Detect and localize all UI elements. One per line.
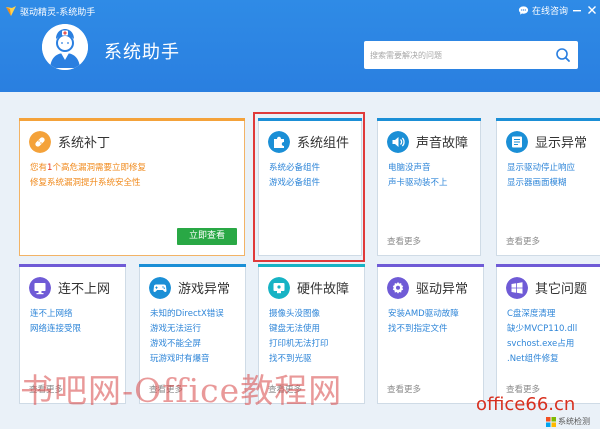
puzzle-icon [268, 131, 290, 153]
view-now-button[interactable]: 立即查看 [177, 228, 237, 245]
online-consult-link[interactable]: 在线咨询 [518, 4, 568, 17]
other-link-svchost[interactable]: svchost.exe占用 [507, 337, 577, 352]
hardware-link-keyboard[interactable]: 键盘无法使用 [269, 322, 329, 337]
card-title: 显示异常 [535, 136, 588, 151]
watermark-site: office66.cn [476, 394, 576, 415]
chat-icon [518, 6, 529, 15]
other-link-dotnet[interactable]: .Net组件修复 [507, 352, 577, 367]
hardware-link-printer[interactable]: 打印机无法打印 [269, 337, 329, 352]
gamepad-icon [149, 277, 171, 299]
more-link[interactable]: 查看更多 [387, 235, 421, 247]
game-link-cannot-run[interactable]: 游戏无法运行 [150, 322, 224, 337]
card-title: 游戏异常 [178, 282, 231, 297]
title-bar: 驱动精灵-系统助手 在线咨询 [0, 0, 600, 22]
sound-link-no-sound[interactable]: 电脑没声音 [388, 161, 448, 176]
network-link-limited[interactable]: 网络连接受限 [30, 322, 81, 337]
system-check-label: 系统检测 [558, 417, 590, 426]
doctor-avatar-icon [42, 24, 88, 70]
display-link-blurry[interactable]: 显示器画面模糊 [507, 176, 575, 191]
app-logo-icon [6, 6, 16, 16]
card-title: 硬件故障 [297, 282, 350, 297]
card-sound-fault[interactable]: 声音故障 电脑没声音 声卡驱动装不上 查看更多 [377, 118, 481, 256]
window-title: 驱动精灵-系统助手 [20, 8, 96, 18]
sound-link-driver[interactable]: 声卡驱动装不上 [388, 176, 448, 191]
search-input[interactable] [370, 46, 550, 64]
card-system-components[interactable]: 系统组件 系统必备组件 游戏必备组件 [258, 118, 362, 256]
display-icon [506, 131, 528, 153]
close-button[interactable] [585, 3, 599, 17]
card-title: 声音故障 [416, 136, 469, 151]
search-icon[interactable] [554, 46, 572, 64]
game-link-directx[interactable]: 未知的DirectX错误 [150, 307, 224, 322]
windows-logo-icon [546, 416, 556, 427]
alert-text-post: 个高危漏洞需要立即修复 [52, 163, 146, 173]
other-link-c-clean[interactable]: C盘深度清理 [507, 307, 577, 322]
card-display-issue[interactable]: 显示异常 显示驱动停止响应 显示器画面模糊 查看更多 [496, 118, 600, 256]
more-link[interactable]: 查看更多 [506, 235, 540, 247]
speaker-icon [387, 131, 409, 153]
header-bar: 驱动精灵-系统助手 在线咨询 系统助手 [0, 0, 600, 92]
game-link-fullscreen[interactable]: 游戏不能全屏 [150, 337, 224, 352]
gear-icon [387, 277, 409, 299]
driver-link-amd[interactable]: 安装AMD驱动故障 [388, 307, 459, 322]
windows-icon [506, 277, 528, 299]
components-link-essential[interactable]: 系统必备组件 [269, 161, 320, 176]
patch-alert-link[interactable]: 您有1个高危漏洞需要立即修复 [30, 161, 146, 176]
page-title: 系统助手 [104, 42, 180, 63]
card-title: 驱动异常 [416, 282, 469, 297]
driver-link-missing-file[interactable]: 找不到指定文件 [388, 322, 459, 337]
hardware-icon [268, 277, 290, 299]
other-link-msvcp[interactable]: 缺少MVCP110.dll [507, 322, 577, 337]
consult-label: 在线咨询 [532, 7, 569, 17]
patch-fix-link[interactable]: 修复系统漏洞提升系统安全性 [30, 176, 146, 191]
card-title: 连不上网 [58, 282, 111, 297]
components-link-game[interactable]: 游戏必备组件 [269, 176, 320, 191]
watermark-text: 书吧网-Office教程网 [20, 371, 343, 410]
display-link-driver[interactable]: 显示驱动停止响应 [507, 161, 575, 176]
card-title: 系统补丁 [58, 136, 111, 151]
card-title: 其它问题 [535, 282, 588, 297]
more-link[interactable]: 查看更多 [387, 383, 421, 395]
card-driver-issue[interactable]: 驱动异常 安装AMD驱动故障 找不到指定文件 查看更多 [377, 264, 484, 404]
card-system-patch[interactable]: 系统补丁 您有1个高危漏洞需要立即修复 修复系统漏洞提升系统安全性 立即查看 [19, 118, 245, 256]
system-check-link[interactable]: 系统检测 [546, 416, 590, 427]
patch-icon [29, 131, 51, 153]
alert-text-pre: 您有 [30, 163, 48, 173]
card-title: 系统组件 [297, 136, 350, 151]
network-link-offline[interactable]: 连不上网络 [30, 307, 81, 322]
minimize-button[interactable] [570, 3, 584, 17]
card-other-issues[interactable]: 其它问题 C盘深度清理 缺少MVCP110.dll svchost.exe占用 … [496, 264, 600, 404]
hardware-link-camera[interactable]: 摄像头没图像 [269, 307, 329, 322]
search-box [364, 41, 578, 69]
network-icon [29, 277, 51, 299]
